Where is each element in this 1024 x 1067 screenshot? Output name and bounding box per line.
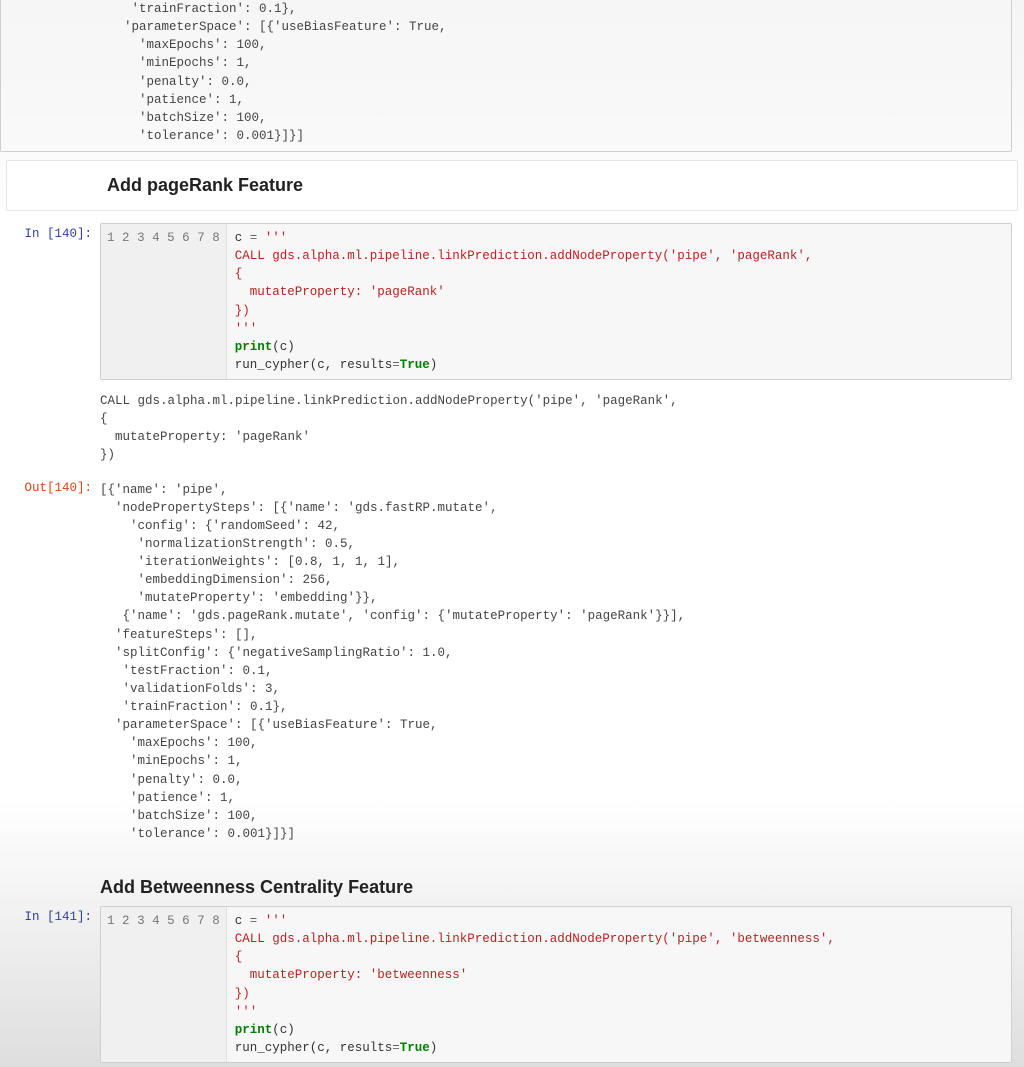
code-cell-141[interactable]: In [141]: 1 2 3 4 5 6 7 8 c = ''' CALL g…	[0, 902, 1024, 1067]
prompt-out-140: Out[140]:	[0, 477, 100, 848]
heading-betweenness: Add Betweenness Centrality Feature	[100, 877, 1012, 898]
notebook: 'trainFraction': 0.1}, 'parameterSpace':…	[0, 0, 1024, 1067]
output-text-fragment: 'trainFraction': 0.1}, 'parameterSpace':…	[101, 0, 1011, 151]
prompt-in-141: In [141]:	[0, 906, 100, 1063]
code-lines-140[interactable]: c = ''' CALL gds.alpha.ml.pipeline.linkP…	[227, 224, 1011, 379]
line-gutter: 1 2 3 4 5 6 7 8	[101, 224, 227, 379]
stdout-140: CALL gds.alpha.ml.pipeline.linkPredictio…	[0, 384, 1024, 473]
line-gutter: 1 2 3 4 5 6 7 8	[101, 907, 227, 1062]
prompt-empty	[7, 175, 107, 196]
prompt-empty	[0, 388, 100, 469]
previous-output-fragment: 'trainFraction': 0.1}, 'parameterSpace':…	[0, 0, 1012, 152]
code-lines-141[interactable]: c = ''' CALL gds.alpha.ml.pipeline.linkP…	[227, 907, 1011, 1062]
prompt-empty	[0, 877, 100, 898]
code-input-140[interactable]: 1 2 3 4 5 6 7 8 c = ''' CALL gds.alpha.m…	[100, 223, 1012, 380]
markdown-cell-pagerank[interactable]: Add pageRank Feature	[6, 160, 1018, 211]
result-text-140: [{'name': 'pipe', 'nodePropertySteps': […	[100, 477, 1012, 848]
code-cell-140[interactable]: In [140]: 1 2 3 4 5 6 7 8 c = ''' CALL g…	[0, 219, 1024, 384]
output-cell-140: Out[140]: [{'name': 'pipe', 'nodePropert…	[0, 473, 1024, 852]
markdown-cell-betweenness[interactable]: Add Betweenness Centrality Feature	[0, 873, 1024, 902]
prompt-in-140: In [140]:	[0, 223, 100, 380]
heading-pagerank: Add pageRank Feature	[107, 175, 1005, 196]
stdout-text-140: CALL gds.alpha.ml.pipeline.linkPredictio…	[100, 388, 1012, 469]
code-input-141[interactable]: 1 2 3 4 5 6 7 8 c = ''' CALL gds.alpha.m…	[100, 906, 1012, 1063]
